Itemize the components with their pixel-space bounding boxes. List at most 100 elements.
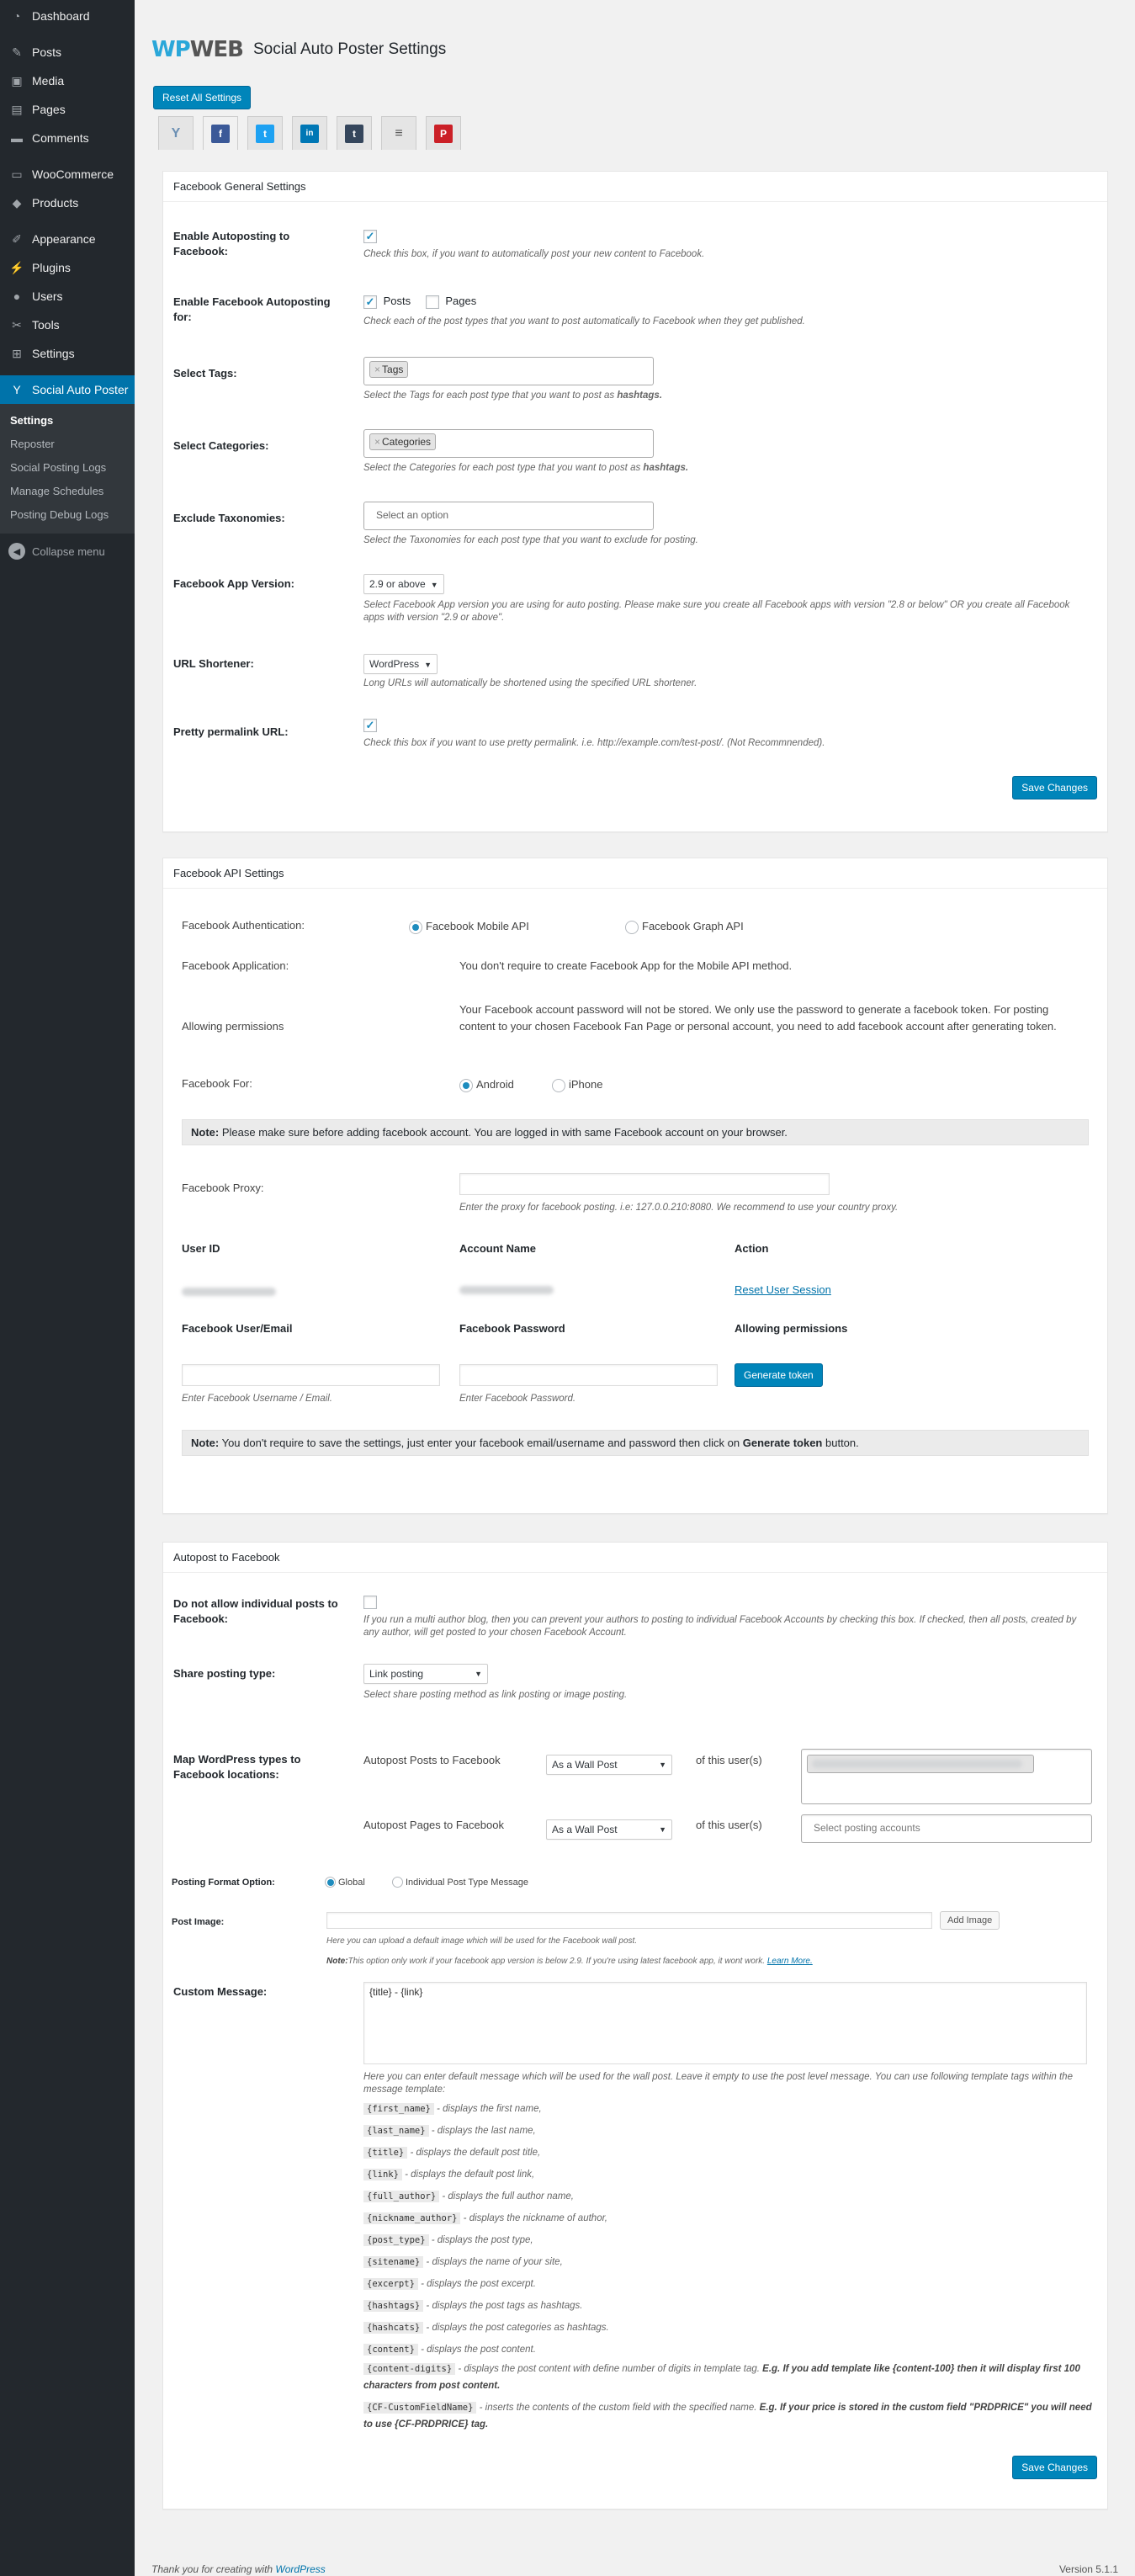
global-radio <box>325 1877 336 1888</box>
reset-user-session-link[interactable]: Reset User Session <box>735 1283 831 1296</box>
comment-icon: ▬ <box>11 131 23 145</box>
user-email-header: Facebook User/Email <box>182 1322 293 1335</box>
exclude-taxonomies-select[interactable]: Select an option <box>363 502 654 530</box>
post-image-desc: Here you can upload a default image whic… <box>326 1936 638 1946</box>
share-type-label: Share posting type: <box>173 1667 276 1680</box>
tab-pinterest[interactable]: P <box>426 116 461 150</box>
menu-social-auto-poster[interactable]: Y Social Auto Poster <box>0 375 135 404</box>
menu-woocommerce[interactable]: ▭ WooCommerce <box>0 160 135 189</box>
learn-more-link[interactable]: Learn More. <box>767 1957 813 1966</box>
posts-accounts-select[interactable] <box>801 1749 1092 1804</box>
submenu-manage-schedules[interactable]: Manage Schedules <box>0 480 135 503</box>
posts-location-dropdown[interactable]: As a Wall Post ▼ <box>546 1755 672 1775</box>
footer-thanks: Thank you for creating with WordPress <box>151 2563 326 2575</box>
chevron-down-icon: ▼ <box>475 1670 482 1678</box>
menu-appearance[interactable]: ✐ Appearance <box>0 225 135 253</box>
template-tag-code: {nickname_author} <box>363 2212 461 2224</box>
app-version-label: Facebook App Version: <box>173 577 294 590</box>
template-tag-item: {link} - displays the default post link, <box>363 2164 1092 2186</box>
menu-pages[interactable]: ▤ Pages <box>0 95 135 124</box>
menu-users[interactable]: ● Users <box>0 282 135 311</box>
template-tag-item: {excerpt} - displays the post excerpt. <box>363 2273 1092 2295</box>
auth-mobile-option[interactable]: Facebook Mobile API <box>409 918 529 935</box>
menu-plugins[interactable]: ⚡ Plugins <box>0 253 135 282</box>
tab-tumblr[interactable]: t <box>337 116 372 150</box>
menu-comments[interactable]: ▬ Comments <box>0 124 135 152</box>
remove-chip-icon: × <box>374 436 381 448</box>
template-tag-code: {full_author} <box>363 2191 440 2202</box>
account-note: Note: Please make sure before adding fac… <box>182 1119 1089 1145</box>
submenu-social-posting-logs[interactable]: Social Posting Logs <box>0 456 135 480</box>
template-tag-item: {last_name} - displays the last name, <box>363 2120 1092 2142</box>
remove-chip-icon: × <box>374 364 381 375</box>
iphone-option[interactable]: iPhone <box>552 1076 602 1093</box>
menu-posts[interactable]: ✎ Posts <box>0 38 135 66</box>
wordpress-link[interactable]: WordPress <box>275 2563 325 2575</box>
collapse-menu-button[interactable]: ◀ Collapse menu <box>0 537 135 566</box>
reset-all-settings-button[interactable]: Reset All Settings <box>153 86 252 109</box>
save-changes-button[interactable]: Save Changes <box>1012 2456 1097 2479</box>
android-option[interactable]: Android <box>459 1076 514 1093</box>
format-global-option[interactable]: Global <box>325 1875 365 1888</box>
proxy-input[interactable] <box>459 1173 830 1195</box>
post-image-input[interactable] <box>326 1912 932 1929</box>
custom-message-textarea[interactable]: {title} - {link} <box>363 1982 1087 2064</box>
template-tag-desc: - displays the post tags as hashtags. <box>423 2301 583 2311</box>
iphone-radio <box>552 1078 565 1092</box>
format-individual-option[interactable]: Individual Post Type Message <box>392 1875 528 1888</box>
save-changes-button[interactable]: Save Changes <box>1012 776 1097 799</box>
template-tag-item: {post_type} - displays the post type, <box>363 2229 1092 2251</box>
menu-tools[interactable]: ✂ Tools <box>0 311 135 339</box>
facebook-user-email-input[interactable] <box>182 1364 440 1386</box>
autopost-panel: Autopost to Facebook Do not allow indivi… <box>162 1542 1108 2510</box>
tab-twitter[interactable]: t <box>247 116 283 150</box>
template-tag-code: {last_name} <box>363 2125 429 2137</box>
tab-linkedin[interactable]: in <box>292 116 327 150</box>
tab-buffer[interactable]: ≡ <box>381 116 416 150</box>
post-image-label: Post Image: <box>172 1917 225 1927</box>
posts-checkbox-label: Posts <box>383 295 411 307</box>
pages-location-dropdown[interactable]: As a Wall Post ▼ <box>546 1819 672 1840</box>
submenu-posting-debug-logs[interactable]: Posting Debug Logs <box>0 503 135 527</box>
menu-products[interactable]: ◆ Products <box>0 189 135 217</box>
chevron-down-icon: ▼ <box>424 661 432 669</box>
account-name-header: Account Name <box>459 1242 537 1255</box>
tab-general[interactable]: Y <box>158 116 194 150</box>
posts-checkbox[interactable]: ✓ <box>363 295 377 309</box>
submenu-reposter[interactable]: Reposter <box>0 433 135 456</box>
share-type-dropdown[interactable]: Link posting ▼ <box>363 1664 488 1684</box>
menu-settings[interactable]: ⊞ Settings <box>0 339 135 368</box>
menu-media[interactable]: ▣ Media <box>0 66 135 95</box>
pretty-permalink-checkbox[interactable]: ✓ <box>363 718 377 732</box>
brush-icon: ✐ <box>12 231 22 246</box>
facebook-password-input[interactable] <box>459 1364 718 1386</box>
account-chip[interactable] <box>807 1755 1034 1773</box>
template-tag-desc: - inserts the contents of the custom fie… <box>476 2403 760 2413</box>
template-tags-list: {first_name} - displays the first name,{… <box>363 2098 1092 2438</box>
enable-autoposting-checkbox[interactable]: ✓ <box>363 229 377 243</box>
add-image-button[interactable]: Add Image <box>940 1911 1000 1930</box>
template-tag-code: {content} <box>363 2344 418 2356</box>
individual-posts-desc: If you run a multi author blog, then you… <box>363 1614 1077 1638</box>
tab-facebook[interactable]: f <box>203 116 238 150</box>
categories-select[interactable]: × Categories <box>363 429 654 458</box>
url-shortener-dropdown[interactable]: WordPress ▼ <box>363 654 438 674</box>
categories-chip[interactable]: × Categories <box>369 433 437 450</box>
tags-select[interactable]: × Tags <box>363 357 654 385</box>
tags-chip[interactable]: × Tags <box>369 361 409 378</box>
footer-version: Version 5.1.1 <box>1058 2563 1118 2575</box>
menu-dashboard[interactable]: ◔ Dashboard <box>0 2 135 30</box>
template-tag-desc: - displays the default post title, <box>407 2148 541 2158</box>
auth-graph-option[interactable]: Facebook Graph API <box>625 918 744 935</box>
app-version-dropdown[interactable]: 2.9 or above ▼ <box>363 574 444 594</box>
individual-posts-checkbox[interactable] <box>363 1595 377 1609</box>
page-title: Social Auto Poster Settings <box>253 40 447 58</box>
enable-autoposting-label: Enable Autoposting to Facebook: <box>173 230 290 258</box>
pages-accounts-select[interactable]: Select posting accounts <box>801 1814 1092 1843</box>
template-tag-desc: - displays the post content with define … <box>455 2364 763 2374</box>
permissions-text: Your Facebook account password will not … <box>459 1003 1057 1033</box>
api-settings-panel: Facebook API Settings Facebook Authentic… <box>162 858 1108 1514</box>
pages-checkbox[interactable] <box>425 295 439 309</box>
generate-token-button[interactable]: Generate token <box>735 1363 823 1387</box>
submenu-settings[interactable]: Settings <box>0 409 135 433</box>
